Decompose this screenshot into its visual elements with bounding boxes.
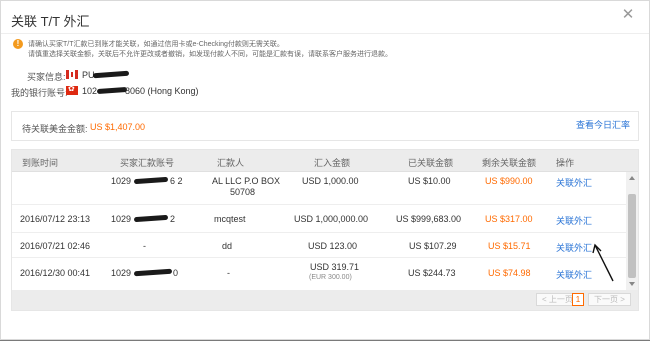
account-prefix: 1029 — [111, 214, 132, 224]
col-header-remitter: 汇款人 — [217, 158, 245, 168]
arrival-time: 2016/07/21 02:46 — [20, 241, 91, 251]
table-row: 2016/07/21 02:46 - dd USD 123.00 US $107… — [12, 233, 626, 258]
remit-amount: USD 1,000,000.00 — [294, 214, 369, 224]
col-header-action: 操作 — [556, 158, 575, 168]
account-prefix: 1029 — [111, 176, 132, 186]
redaction-mark — [133, 176, 169, 185]
current-page[interactable]: 1 — [572, 293, 584, 306]
remaining-amount: US $990.00 — [485, 176, 533, 186]
col-header-time: 到账时间 — [22, 158, 59, 168]
bank-account-suffix: 8060 (Hong Kong) — [125, 86, 199, 96]
bank-account-label: 我的银行账号: — [11, 88, 68, 98]
table-scrollbar[interactable] — [626, 172, 638, 290]
table-row: 2016/12/30 00:41 1029 0 - USD 319.71 (EU… — [12, 258, 626, 290]
next-page-button[interactable]: 下一页 > — [588, 293, 631, 306]
remitter-line-2: 50708 — [230, 187, 256, 197]
linked-amount: US $999,683.00 — [396, 214, 462, 224]
hong-kong-flag-icon — [66, 84, 78, 95]
bank-account-prefix: 102 — [82, 86, 98, 96]
redaction-mark — [92, 70, 130, 79]
remitter: dd — [222, 241, 233, 251]
view-exchange-rate-link[interactable]: 查看今日汇率 — [576, 118, 630, 131]
remit-amount: USD 319.71 — [310, 262, 360, 272]
link-forex-button[interactable]: 关联外汇 — [556, 241, 592, 254]
scroll-up-arrow-icon[interactable] — [629, 176, 635, 180]
remaining-amount: US $15.71 — [488, 241, 531, 251]
pending-amount-label: 待关联美金金额: — [22, 124, 88, 134]
remit-amount: USD 123.00 — [308, 241, 358, 251]
linked-amount: US $10.00 — [408, 176, 451, 186]
col-header-remaining: 剩余关联金额 — [482, 158, 537, 168]
remitter: AL LLC P.O BOX — [212, 176, 281, 186]
link-forex-button[interactable]: 关联外汇 — [556, 176, 592, 189]
link-forex-button[interactable]: 关联外汇 — [556, 268, 592, 281]
warning-icon: ! — [13, 39, 23, 49]
account-prefix: - — [143, 241, 146, 251]
remaining-amount: US $317.00 — [485, 214, 533, 224]
arrival-time: 2016/07/12 23:13 — [20, 214, 91, 224]
link-forex-button[interactable]: 关联外汇 — [556, 214, 592, 227]
pending-amount-value: US $1,407.00 — [90, 122, 146, 132]
remitter: mcqtest — [214, 214, 246, 224]
table-header: 到账时间 买家汇款账号 汇款人 汇入金额 已关联金额 剩余关联金额 操作 — [12, 150, 638, 172]
remit-amount: USD 1,000.00 — [302, 176, 359, 186]
account-suffix: 2 — [170, 214, 176, 224]
notice-line-1: 请确认买家T/T汇款已到账才能关联，如通过信用卡或e-Checking付款则无需… — [28, 41, 284, 48]
close-icon[interactable]: ✕ — [621, 7, 635, 22]
linked-amount: US $244.73 — [408, 268, 456, 278]
scroll-down-arrow-icon[interactable] — [629, 282, 635, 286]
table-row: 1029 6 2 AL LLC P.O BOX 50708 USD 1,000.… — [12, 172, 626, 205]
table-row: 2016/07/12 23:13 1029 2 mcqtest USD 1,00… — [12, 205, 626, 233]
redaction-mark — [133, 214, 169, 223]
pagination: < 上一页 1 下一页 > — [12, 290, 638, 310]
dialog-title: 关联 T/T 外汇 — [11, 14, 90, 29]
col-header-linked: 已关联金额 — [408, 158, 454, 168]
col-header-amount: 汇入金额 — [314, 158, 351, 168]
link-tt-dialog: 关联 T/T 外汇 ✕ ! 请确认买家T/T汇款已到账才能关联，如通过信用卡或e… — [0, 0, 650, 340]
remitter: - — [227, 268, 230, 278]
remit-amount-original: (EUR 300.00) — [309, 274, 352, 281]
account-suffix: 0 — [173, 268, 179, 278]
remaining-amount: US $74.98 — [488, 268, 531, 278]
canada-flag-icon — [66, 70, 78, 79]
linked-amount: US $107.29 — [409, 241, 457, 251]
remittance-table: 到账时间 买家汇款账号 汇款人 汇入金额 已关联金额 剩余关联金额 操作 102… — [11, 149, 639, 311]
redaction-mark — [133, 268, 173, 277]
arrival-time: 2016/12/30 00:41 — [20, 268, 91, 278]
scroll-thumb[interactable] — [628, 194, 636, 278]
col-header-account: 买家汇款账号 — [120, 158, 175, 168]
account-suffix: 6 2 — [170, 176, 183, 186]
account-prefix: 1029 — [111, 268, 132, 278]
pending-amount-panel: 待关联美金金额: US $1,407.00 查看今日汇率 — [11, 111, 639, 141]
redaction-mark — [96, 86, 128, 95]
title-divider — [1, 33, 649, 34]
buyer-info-label: 买家信息: — [27, 72, 66, 82]
notice-line-2: 请慎重选择关联金额，关联后不允许更改或者撤销，如发现付款人不同，可能是汇款有误，… — [28, 51, 392, 58]
